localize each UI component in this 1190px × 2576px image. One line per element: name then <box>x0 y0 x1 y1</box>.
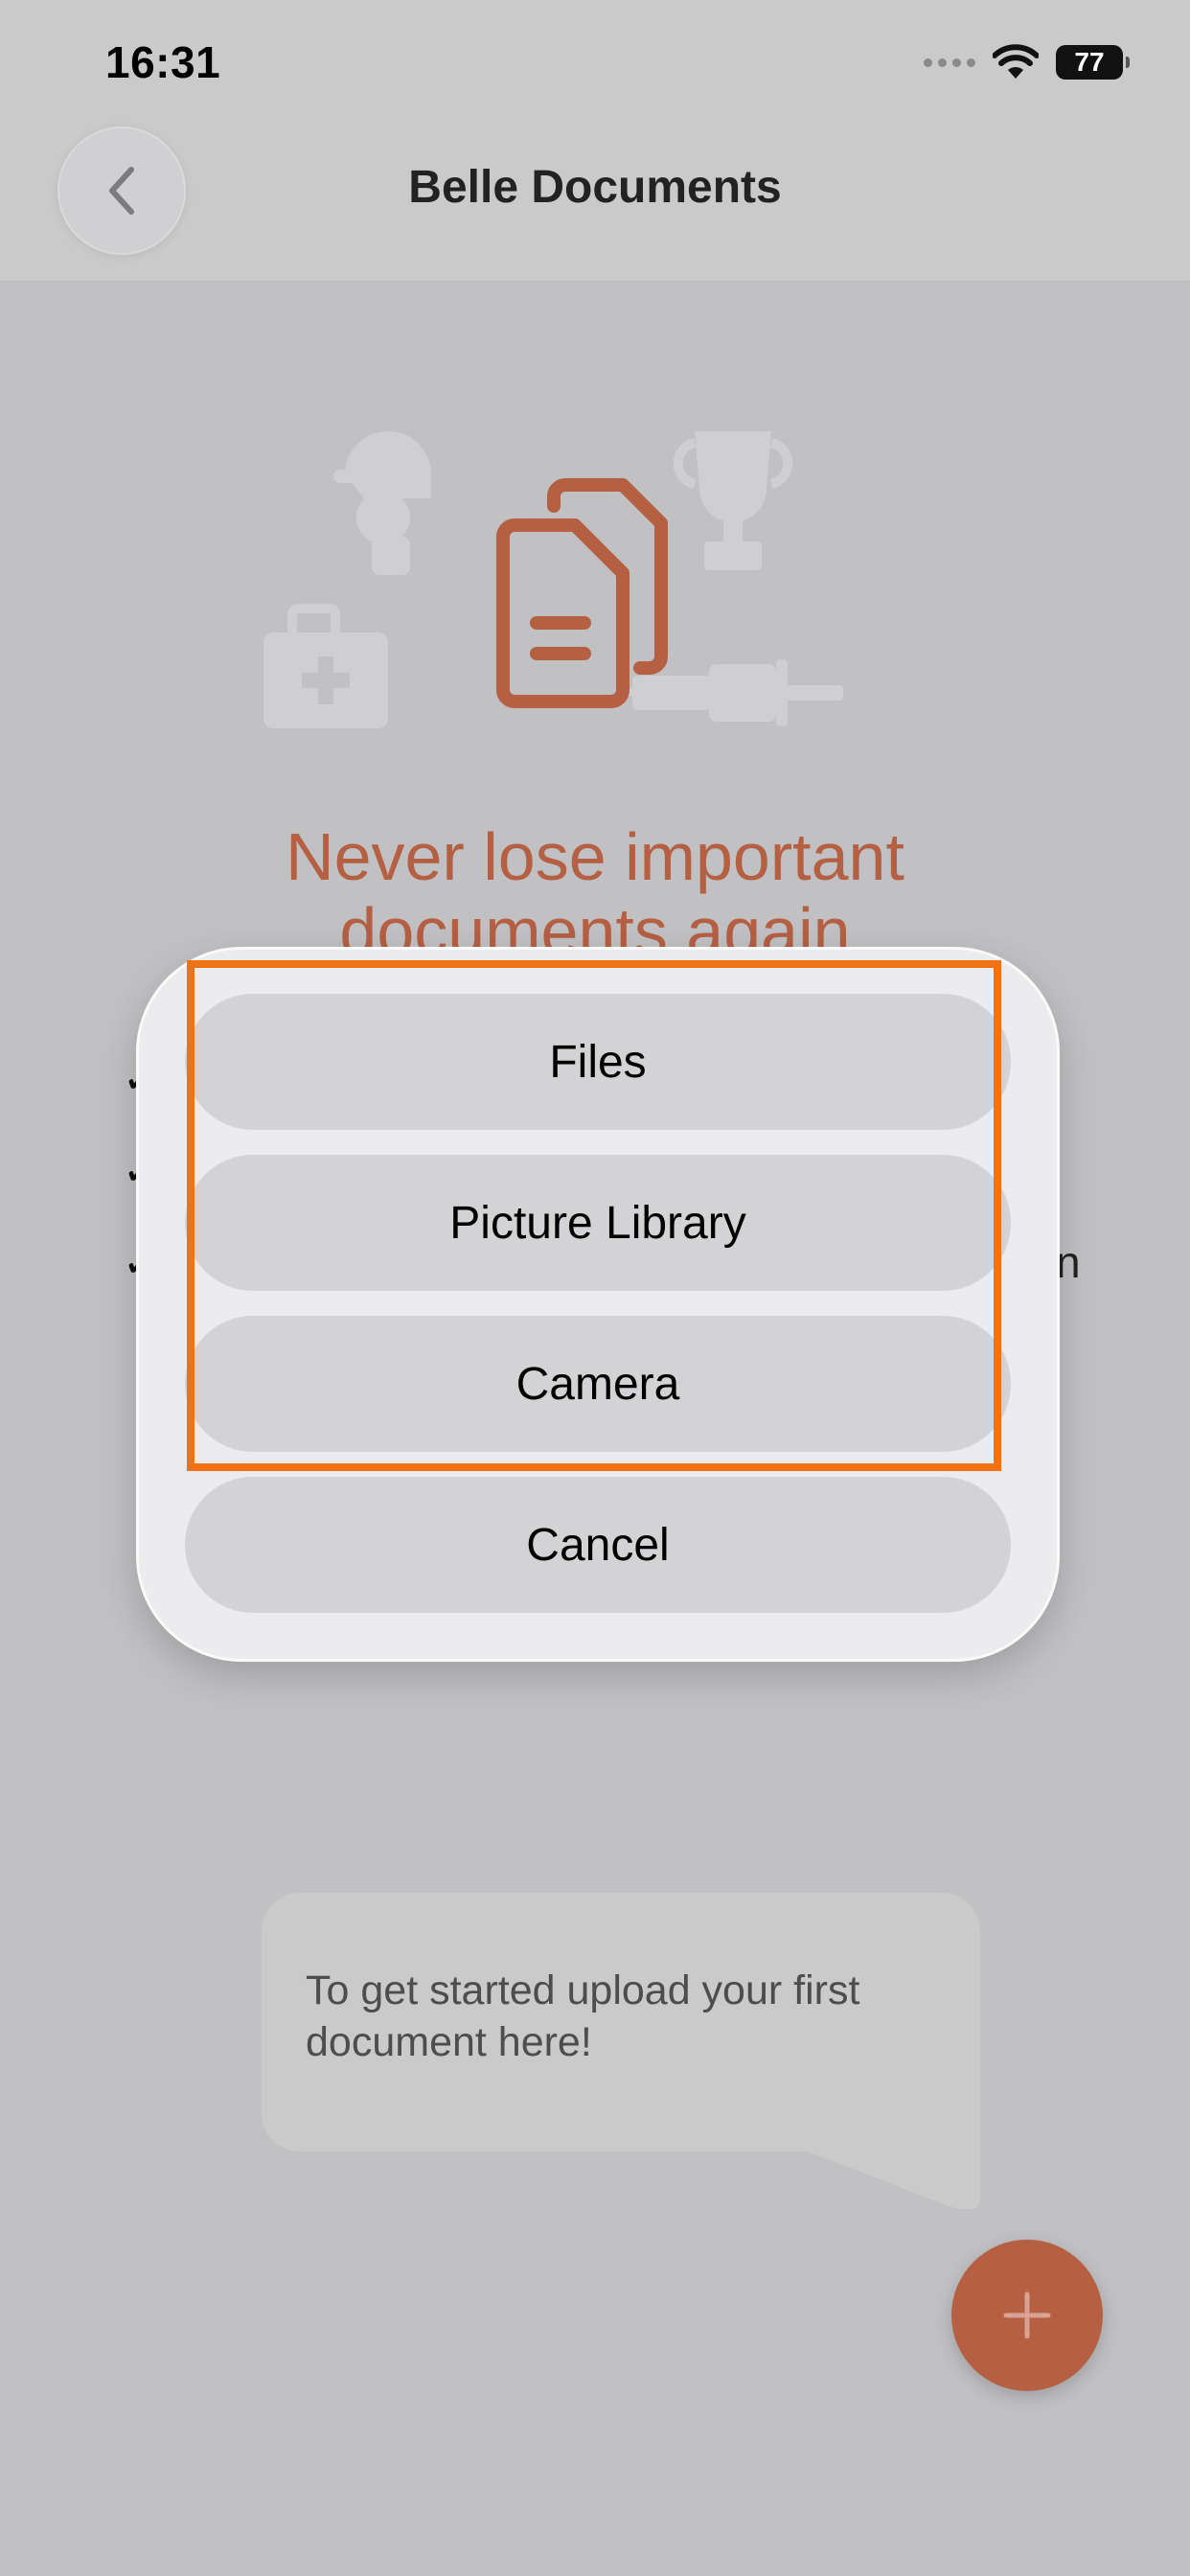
status-time: 16:31 <box>105 37 221 87</box>
trophy-icon <box>673 431 793 570</box>
tooltip-text: To get started upload your first documen… <box>306 1967 860 2065</box>
plus-icon <box>1003 2291 1051 2339</box>
cellular-signal-icon <box>924 58 975 67</box>
wifi-icon <box>993 44 1039 79</box>
onboarding-tooltip: To get started upload your first documen… <box>262 1893 980 2209</box>
jockey-helmet-icon <box>333 431 431 575</box>
add-document-button[interactable] <box>951 2240 1103 2391</box>
cancel-button[interactable]: Cancel <box>185 1477 1011 1613</box>
page-title: Belle Documents <box>408 162 782 213</box>
documents-illustration <box>263 431 843 728</box>
battery-icon: 77 <box>1056 45 1130 80</box>
battery-level: 77 <box>1074 47 1105 77</box>
options-highlight-box <box>187 960 1001 1471</box>
document-stack-icon <box>496 478 668 708</box>
first-aid-kit-icon <box>263 604 388 728</box>
headline-line-1: Never lose important <box>286 819 904 894</box>
status-bar: 16:31 77 <box>0 0 1190 125</box>
